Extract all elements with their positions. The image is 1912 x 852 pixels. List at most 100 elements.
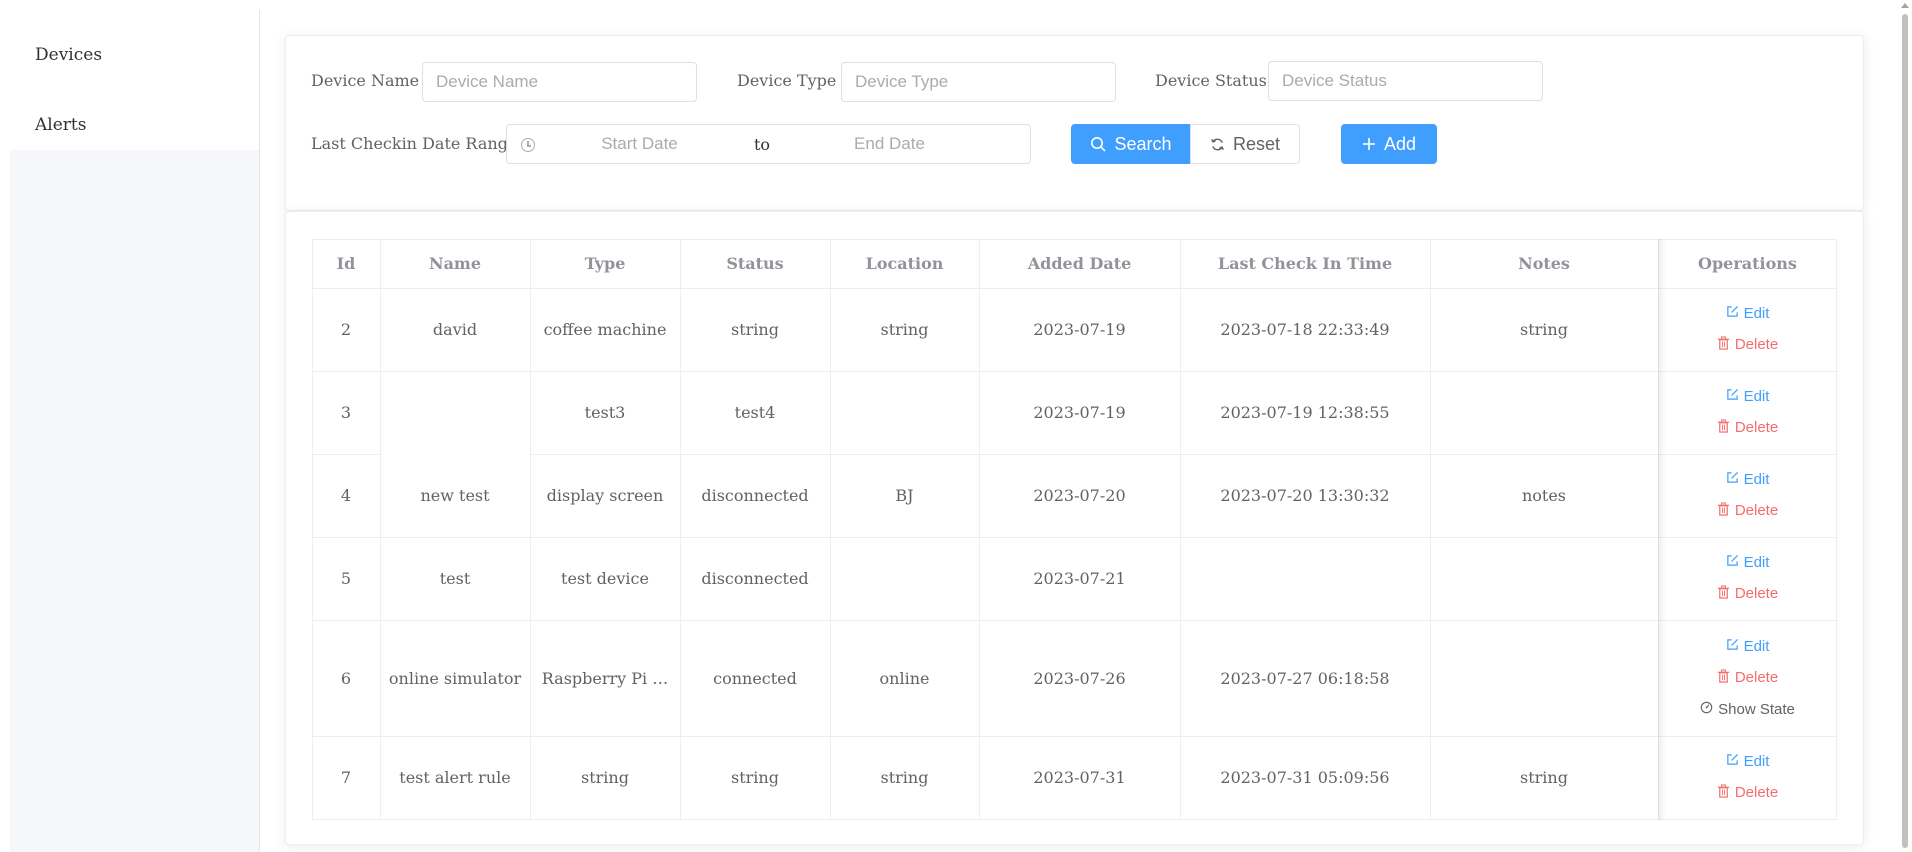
- start-date-input[interactable]: Start Date: [547, 125, 732, 163]
- edit-icon: [1726, 638, 1739, 656]
- header-notes: Notes: [1518, 254, 1570, 273]
- device-status-label: Device Status: [1155, 71, 1267, 90]
- cell-added-date: 2023-07-21: [1033, 569, 1126, 588]
- cell-added-date: 2023-07-26: [1033, 668, 1126, 688]
- operations-cell: Edit Delete: [1658, 288, 1837, 371]
- cell-location: [830, 537, 979, 620]
- cell-last-check-in: 2023-07-27 06:18:58: [1220, 668, 1390, 688]
- reset-button[interactable]: Reset: [1190, 124, 1300, 164]
- operations-cell: Edit Delete: [1658, 454, 1837, 537]
- devices-table: Id Name Type Status Location Added Date …: [312, 239, 1837, 820]
- cell-location: online: [879, 668, 930, 688]
- edit-label: Edit: [1743, 387, 1770, 405]
- cell-added-date: 2023-07-19: [1033, 320, 1126, 339]
- cell-notes: string: [1520, 320, 1568, 339]
- delete-button[interactable]: Delete: [1717, 501, 1778, 521]
- header-last-check-in-time: Last Check In Time: [1217, 254, 1393, 273]
- sidebar-item-alerts[interactable]: Alerts: [10, 100, 259, 170]
- cell-id: 6: [340, 668, 352, 688]
- cell-notes: [1430, 371, 1658, 454]
- cell-id: 4: [340, 486, 352, 505]
- edit-label: Edit: [1743, 637, 1770, 655]
- edit-button[interactable]: Edit: [1726, 471, 1769, 489]
- delete-button[interactable]: Delete: [1717, 668, 1779, 688]
- cell-type: display screen: [546, 486, 664, 505]
- clock-icon: [521, 138, 535, 152]
- cell-name: new test: [420, 486, 490, 505]
- header-status: Status: [726, 254, 784, 273]
- device-name-input[interactable]: [422, 62, 697, 102]
- delete-button[interactable]: Delete: [1717, 335, 1778, 355]
- device-type-input[interactable]: [841, 62, 1116, 102]
- cell-last-check-in: 2023-07-20 13:30:32: [1220, 486, 1390, 505]
- cell-status: string: [731, 320, 779, 339]
- search-icon: [1090, 136, 1106, 152]
- cell-notes: string: [1520, 768, 1568, 787]
- end-date-input[interactable]: End Date: [797, 125, 982, 163]
- edit-button[interactable]: Edit: [1726, 637, 1770, 656]
- cell-last-check-in: 2023-07-31 05:09:56: [1220, 768, 1390, 787]
- cell-last-check-in: [1180, 537, 1430, 620]
- cell-status: test4: [734, 403, 776, 422]
- sidebar-divider: [259, 10, 260, 852]
- cell-type: test device: [561, 569, 649, 588]
- date-range-separator: to: [753, 135, 771, 154]
- header-operations: Operations: [1698, 254, 1797, 273]
- sidebar: Devices Alerts: [10, 10, 259, 852]
- device-status-input[interactable]: [1268, 61, 1543, 101]
- cell-type: coffee machine: [543, 320, 667, 339]
- operations-cell: Edit Delete: [1658, 371, 1837, 454]
- cell-name: [380, 371, 530, 454]
- operations-cell: Edit Delete: [1658, 537, 1837, 620]
- edit-button[interactable]: Edit: [1726, 554, 1769, 572]
- cell-type: string: [581, 768, 629, 787]
- operations-cell: Edit Delete Show State: [1658, 620, 1837, 736]
- header-name: Name: [428, 254, 482, 273]
- add-button-label: Add: [1383, 133, 1417, 154]
- cell-id: 5: [340, 569, 352, 588]
- edit-icon: [1726, 753, 1739, 771]
- cell-location: [830, 371, 979, 454]
- cell-id: 3: [340, 403, 352, 422]
- cell-location: string: [880, 768, 929, 787]
- trash-icon: [1717, 668, 1730, 688]
- show-state-button[interactable]: Show State: [1700, 701, 1795, 719]
- add-button[interactable]: Add: [1341, 124, 1437, 164]
- scroll-up-arrow-icon[interactable]: [1901, 3, 1909, 8]
- cell-status: disconnected: [701, 569, 809, 588]
- delete-label: Delete: [1734, 784, 1779, 801]
- delete-button[interactable]: Delete: [1717, 584, 1778, 604]
- cell-added-date: 2023-07-31: [1033, 768, 1126, 787]
- delete-button[interactable]: Delete: [1717, 418, 1779, 438]
- cell-name: test alert rule: [399, 768, 511, 787]
- delete-button[interactable]: Delete: [1717, 783, 1779, 803]
- delete-label: Delete: [1734, 669, 1779, 686]
- search-form-card: Device Name Device Type Device Status La…: [285, 35, 1864, 211]
- cell-last-check-in: 2023-07-18 22:33:49: [1220, 320, 1390, 339]
- cell-notes: [1430, 537, 1658, 620]
- header-id: Id: [336, 254, 356, 273]
- edit-button[interactable]: Edit: [1726, 305, 1769, 323]
- scrollbar-thumb[interactable]: [1902, 14, 1908, 848]
- operations-cell: Edit Delete: [1658, 736, 1837, 819]
- sidebar-item-devices[interactable]: Devices: [10, 30, 259, 100]
- trash-icon: [1717, 418, 1730, 438]
- devices-table-card: Id Name Type Status Location Added Date …: [285, 211, 1864, 845]
- edit-icon: [1726, 305, 1739, 323]
- cell-id: 7: [340, 768, 352, 787]
- edit-button[interactable]: Edit: [1726, 752, 1770, 771]
- page-scrollbar[interactable]: [1898, 0, 1912, 852]
- cell-id: 2: [340, 320, 352, 339]
- search-button-label: Search: [1114, 133, 1172, 154]
- cell-location: BJ: [895, 486, 914, 505]
- date-range-picker[interactable]: Start Date to End Date: [506, 124, 1031, 164]
- edit-button[interactable]: Edit: [1726, 387, 1770, 406]
- edit-label: Edit: [1743, 752, 1770, 770]
- trash-icon: [1717, 501, 1730, 521]
- search-button[interactable]: Search: [1071, 124, 1191, 164]
- delete-label: Delete: [1734, 419, 1779, 436]
- table-border-bottom: [312, 819, 1837, 820]
- trash-icon: [1717, 584, 1730, 604]
- cell-name: test: [439, 569, 471, 588]
- trash-icon: [1717, 335, 1730, 355]
